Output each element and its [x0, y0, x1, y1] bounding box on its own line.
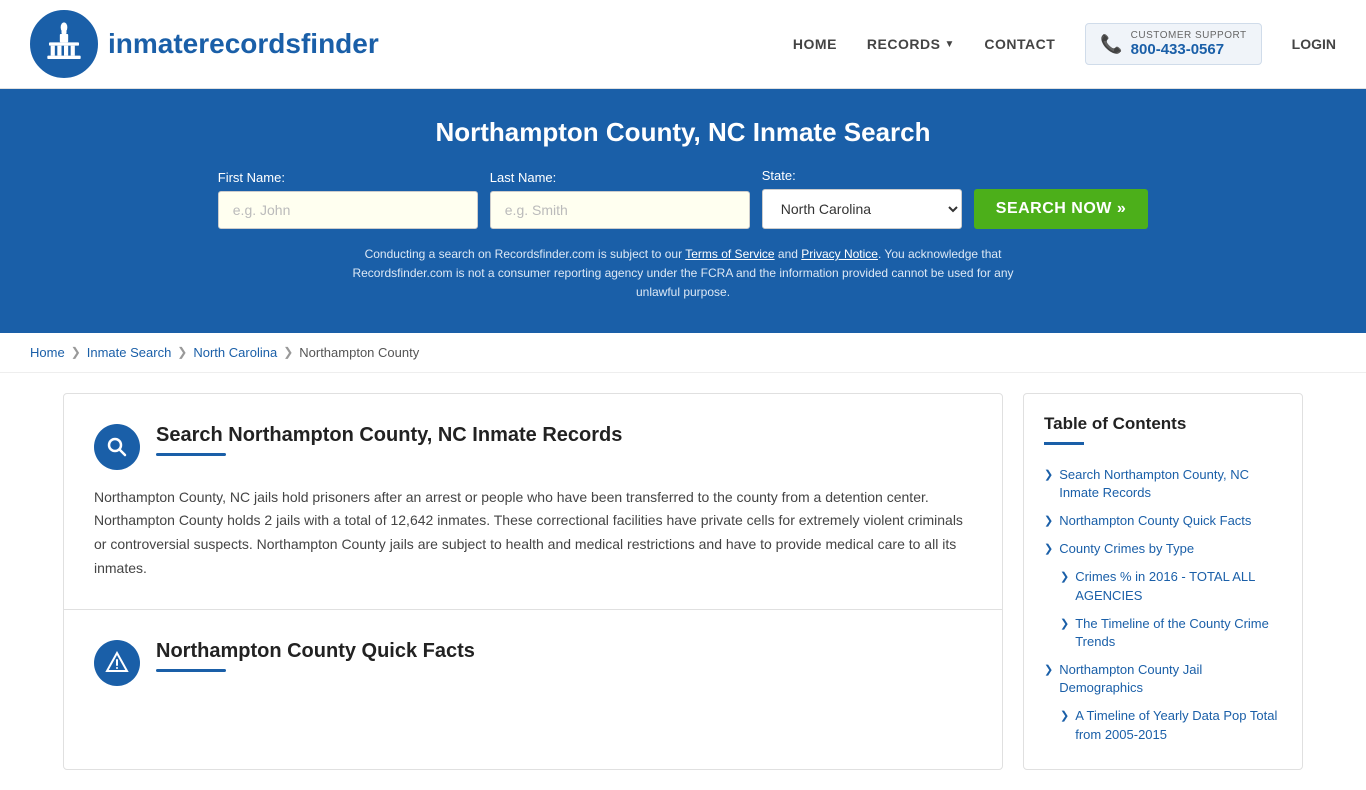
toc-list: ❯ Search Northampton County, NC Inmate R… — [1044, 461, 1282, 749]
warning-icon — [105, 651, 129, 675]
last-name-input[interactable] — [490, 191, 750, 229]
logo-text: inmaterecordsfinder — [108, 28, 379, 60]
nav-records[interactable]: RECORDS — [867, 36, 941, 52]
search-form: First Name: Last Name: State: North Caro… — [20, 168, 1346, 229]
toc-item-text-1: Northampton County Quick Facts — [1059, 512, 1251, 530]
first-name-field: First Name: — [218, 170, 478, 229]
toc-item-text-5: Northampton County Jail Demographics — [1059, 661, 1282, 697]
toc-sidebar: Table of Contents ❯ Search Northampton C… — [1023, 393, 1303, 770]
title-underline-1 — [156, 453, 226, 456]
breadcrumb-county: Northampton County — [299, 345, 419, 360]
nav-contact[interactable]: CONTACT — [984, 36, 1055, 52]
logo-finder: finder — [301, 28, 379, 59]
magnifier-icon — [105, 435, 129, 459]
hero-title: Northampton County, NC Inmate Search — [20, 117, 1346, 148]
state-field: State: North Carolina Alabama Alaska Ari… — [762, 168, 962, 229]
toc-chevron-4: ❯ — [1060, 617, 1069, 630]
terms-link[interactable]: Terms of Service — [685, 247, 774, 261]
section-body-1: Northampton County, NC jails hold prison… — [94, 486, 972, 581]
last-name-label: Last Name: — [490, 170, 750, 185]
toc-chevron-3: ❯ — [1060, 570, 1069, 583]
content-area: Search Northampton County, NC Inmate Rec… — [63, 393, 1003, 770]
toc-divider — [1044, 442, 1084, 445]
main-nav: HOME RECORDS ▼ CONTACT 📞 CUSTOMER SUPPOR… — [793, 23, 1336, 65]
search-section-icon — [94, 424, 140, 470]
toc-chevron-2: ❯ — [1044, 542, 1053, 555]
nav-home[interactable]: HOME — [793, 36, 837, 52]
login-button[interactable]: LOGIN — [1292, 36, 1336, 52]
toc-item-text-6: A Timeline of Yearly Data Pop Total from… — [1075, 707, 1282, 743]
section-title-wrap-1: Search Northampton County, NC Inmate Rec… — [156, 424, 972, 456]
section-title-2: Northampton County Quick Facts — [156, 640, 972, 663]
toc-title: Table of Contents — [1044, 414, 1282, 434]
logo-icon — [30, 10, 98, 78]
chevron-down-icon: ▼ — [944, 39, 954, 50]
phone-icon: 📞 — [1100, 34, 1122, 55]
hero-section: Northampton County, NC Inmate Search Fir… — [0, 89, 1366, 333]
breadcrumb-inmate-search[interactable]: Inmate Search — [87, 345, 172, 360]
breadcrumb: Home ❯ Inmate Search ❯ North Carolina ❯ … — [0, 333, 1366, 373]
first-name-input[interactable] — [218, 191, 478, 229]
section-title-1: Search Northampton County, NC Inmate Rec… — [156, 424, 972, 447]
support-box[interactable]: 📞 CUSTOMER SUPPORT 800-433-0567 — [1085, 23, 1261, 65]
toc-item-text-2: County Crimes by Type — [1059, 540, 1194, 558]
title-underline-2 — [156, 669, 226, 672]
last-name-field: Last Name: — [490, 170, 750, 229]
toc-item-text-0: Search Northampton County, NC Inmate Rec… — [1059, 466, 1282, 502]
section-header-1: Search Northampton County, NC Inmate Rec… — [94, 424, 972, 470]
logo-area: inmaterecordsfinder — [30, 10, 379, 78]
hero-disclaimer: Conducting a search on Recordsfinder.com… — [333, 245, 1033, 303]
section-header-2: Northampton County Quick Facts — [94, 640, 972, 686]
toc-chevron-0: ❯ — [1044, 468, 1053, 481]
support-text: CUSTOMER SUPPORT 800-433-0567 — [1131, 30, 1247, 58]
breadcrumb-sep-3: ❯ — [283, 345, 293, 359]
toc-item-0[interactable]: ❯ Search Northampton County, NC Inmate R… — [1044, 461, 1282, 507]
nav-records-wrap: RECORDS ▼ — [867, 36, 954, 52]
toc-item-text-4: The Timeline of the County Crime Trends — [1075, 615, 1282, 651]
inmate-records-section: Search Northampton County, NC Inmate Rec… — [64, 394, 1002, 610]
toc-chevron-5: ❯ — [1044, 663, 1053, 676]
breadcrumb-sep-2: ❯ — [177, 345, 187, 359]
quick-facts-icon — [94, 640, 140, 686]
breadcrumb-sep-1: ❯ — [71, 345, 81, 359]
toc-item-5[interactable]: ❯ Northampton County Jail Demographics — [1044, 656, 1282, 702]
breadcrumb-home[interactable]: Home — [30, 345, 65, 360]
support-number: 800-433-0567 — [1131, 41, 1247, 58]
state-label: State: — [762, 168, 962, 183]
first-name-label: First Name: — [218, 170, 478, 185]
main-container: Search Northampton County, NC Inmate Rec… — [33, 373, 1333, 790]
section-title-wrap-2: Northampton County Quick Facts — [156, 640, 972, 672]
toc-item-1[interactable]: ❯ Northampton County Quick Facts — [1044, 507, 1282, 535]
state-select[interactable]: North Carolina Alabama Alaska Arizona Ca… — [762, 189, 962, 229]
quick-facts-section: Northampton County Quick Facts — [64, 610, 1002, 730]
search-button[interactable]: SEARCH NOW » — [974, 189, 1148, 229]
toc-item-6[interactable]: ❯ A Timeline of Yearly Data Pop Total fr… — [1060, 702, 1282, 748]
toc-chevron-1: ❯ — [1044, 514, 1053, 527]
toc-item-3[interactable]: ❯ Crimes % in 2016 - TOTAL ALL AGENCIES — [1060, 563, 1282, 609]
support-label: CUSTOMER SUPPORT — [1131, 30, 1247, 41]
capitol-icon — [39, 19, 89, 69]
toc-item-4[interactable]: ❯ The Timeline of the County Crime Trend… — [1060, 610, 1282, 656]
toc-chevron-6: ❯ — [1060, 709, 1069, 722]
toc-item-text-3: Crimes % in 2016 - TOTAL ALL AGENCIES — [1075, 568, 1282, 604]
logo-inmate: inmaterecords — [108, 28, 301, 59]
privacy-link[interactable]: Privacy Notice — [801, 247, 878, 261]
toc-item-2[interactable]: ❯ County Crimes by Type — [1044, 535, 1282, 563]
breadcrumb-state[interactable]: North Carolina — [193, 345, 277, 360]
site-header: inmaterecordsfinder HOME RECORDS ▼ CONTA… — [0, 0, 1366, 89]
